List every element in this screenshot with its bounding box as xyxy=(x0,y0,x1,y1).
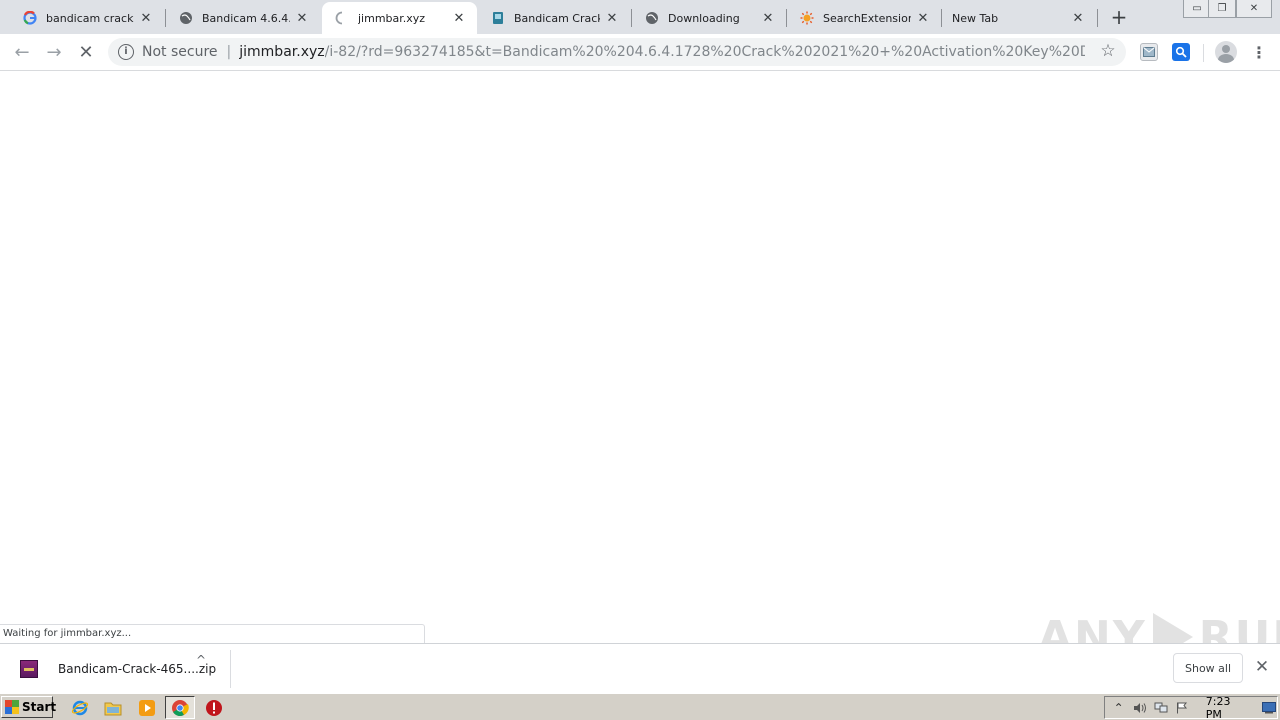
tab-title: jimmbar.xyz xyxy=(358,11,426,25)
download-file-name[interactable]: Bandicam-Crack-465....zip xyxy=(58,662,216,676)
close-icon[interactable]: ✕ xyxy=(294,10,310,26)
system-tray: ⌃ 7:23 PM xyxy=(1104,695,1278,720)
shelf-close-icon[interactable]: ✕ xyxy=(1252,657,1272,677)
close-icon[interactable]: ✕ xyxy=(915,10,931,26)
show-desktop-icon[interactable] xyxy=(1262,700,1277,716)
sun-icon xyxy=(799,10,815,26)
close-icon[interactable]: ✕ xyxy=(1070,10,1086,26)
google-g-icon xyxy=(22,10,38,26)
tab-title: bandicam crack 2021 - Google Search xyxy=(46,11,134,25)
url-host[interactable]: jimmbar.xyz xyxy=(239,44,324,60)
tab-bandicam-crack-46[interactable]: Bandicam Crack 4.6 ✕ xyxy=(478,2,630,34)
url-path[interactable]: /i-82/?rd=963274185&t=Bandicam%20%204.6.… xyxy=(325,44,1085,60)
stop-loading-button[interactable]: ✕ xyxy=(74,40,98,64)
show-all-button[interactable]: Show all xyxy=(1173,653,1243,683)
extension-search-icon[interactable] xyxy=(1172,43,1190,61)
site-favicon-icon xyxy=(490,10,506,26)
tab-downloading[interactable]: Downloading ✕ xyxy=(632,2,786,34)
tab-title: Bandicam Crack 4.6 xyxy=(514,11,600,25)
browser-toolbar: ← → ✕ i Not secure | jimmbar.xyz /i-82/?… xyxy=(0,34,1280,71)
globe-icon xyxy=(178,10,194,26)
network-icon[interactable] xyxy=(1153,700,1168,716)
tab-bandicam-crack[interactable]: Bandicam 4.6.4.1728 Crack ✕ xyxy=(166,2,320,34)
close-icon[interactable]: ✕ xyxy=(451,10,467,26)
address-bar[interactable]: i Not secure | jimmbar.xyz /i-82/?rd=963… xyxy=(108,38,1126,66)
action-center-flag-icon[interactable] xyxy=(1175,700,1190,716)
tab-title: SearchExtensionby xyxy=(823,11,911,25)
chevron-up-icon[interactable]: ^ xyxy=(196,653,206,667)
archive-file-icon xyxy=(20,660,38,678)
browser-window: bandicam crack 2021 - Google Search ✕ Ba… xyxy=(0,0,1280,720)
tab-title: Bandicam 4.6.4.1728 Crack xyxy=(202,11,290,25)
chrome-taskbar-icon[interactable] xyxy=(165,696,195,719)
status-bubble: Waiting for jimmbar.xyz... xyxy=(0,624,425,643)
media-player-icon[interactable] xyxy=(137,698,157,718)
loading-spinner-icon xyxy=(334,10,350,26)
shelf-divider xyxy=(230,650,231,688)
profile-avatar-icon[interactable] xyxy=(1215,41,1237,63)
antivirus-icon[interactable] xyxy=(204,698,224,718)
taskbar-clock[interactable]: 7:23 PM xyxy=(1206,695,1248,720)
page-content xyxy=(0,72,1280,643)
windows-logo-icon xyxy=(5,700,19,714)
tab-google-search[interactable]: bandicam crack 2021 - Google Search ✕ xyxy=(10,2,164,34)
globe-icon xyxy=(644,10,660,26)
back-button[interactable]: ← xyxy=(10,40,34,64)
window-close-button[interactable]: ✕ xyxy=(1236,0,1272,18)
bookmark-star-icon[interactable]: ☆ xyxy=(1098,41,1118,61)
tab-title: New Tab xyxy=(952,11,999,25)
tab-searchextension[interactable]: SearchExtensionby ✕ xyxy=(787,2,941,34)
volume-icon[interactable] xyxy=(1132,700,1147,716)
file-explorer-icon[interactable] xyxy=(103,698,123,718)
restore-button[interactable]: ❐ xyxy=(1208,0,1236,18)
start-button[interactable]: Start xyxy=(1,696,57,718)
browser-menu-icon[interactable]: ⋮ xyxy=(1250,42,1268,62)
close-icon[interactable]: ✕ xyxy=(760,10,776,26)
tab-title: Downloading xyxy=(668,11,740,25)
tab-jimmbar[interactable]: jimmbar.xyz ✕ xyxy=(322,2,477,34)
windows-taskbar: Start ⌃ 7:23 PM xyxy=(0,693,1280,720)
tab-new-tab[interactable]: New Tab ✕ xyxy=(942,2,1096,34)
minimize-button[interactable]: ▭ xyxy=(1183,0,1211,18)
start-label: Start xyxy=(22,700,57,714)
download-shelf: Bandicam-Crack-465....zip ^ Show all ✕ xyxy=(0,643,1280,693)
close-icon[interactable]: ✕ xyxy=(138,10,154,26)
separator: | xyxy=(226,44,232,60)
close-icon[interactable]: ✕ xyxy=(604,10,620,26)
tray-expand-icon[interactable]: ⌃ xyxy=(1111,700,1126,716)
new-tab-button[interactable]: + xyxy=(1108,5,1130,29)
tab-divider xyxy=(1097,9,1098,27)
internet-explorer-icon[interactable] xyxy=(70,698,90,718)
forward-button[interactable]: → xyxy=(42,40,66,64)
security-label[interactable]: Not secure xyxy=(142,44,218,60)
toolbar-divider xyxy=(1203,44,1204,62)
info-icon[interactable]: i xyxy=(118,44,134,60)
tab-strip: bandicam crack 2021 - Google Search ✕ Ba… xyxy=(0,0,1280,34)
extension-mail-icon[interactable] xyxy=(1140,43,1158,61)
